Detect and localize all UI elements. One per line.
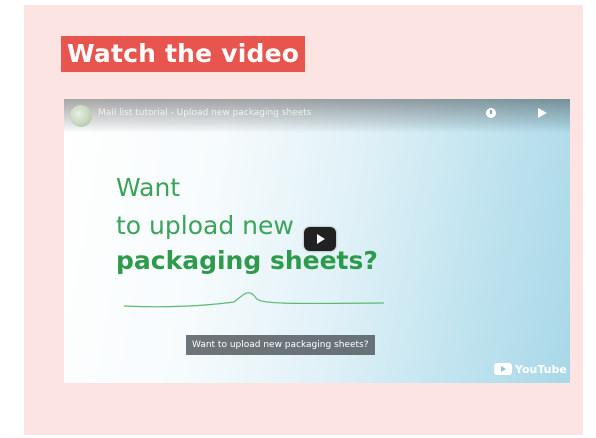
- clock-icon[interactable]: [486, 108, 496, 118]
- video-headline-line-2: to upload new: [116, 211, 294, 240]
- youtube-logo-text: YouTube: [515, 362, 567, 376]
- video-headline-line-3: packaging sheets?: [116, 246, 378, 275]
- section-heading: Watch the video: [61, 36, 306, 72]
- share-icon[interactable]: [538, 108, 547, 118]
- video-caption: Want to upload new packaging sheets?: [186, 335, 375, 355]
- youtube-logo-link[interactable]: YouTube: [494, 361, 567, 377]
- channel-logo-icon[interactable]: [70, 105, 92, 127]
- video-player[interactable]: Mail list tutorial - Upload new packagin…: [64, 99, 570, 383]
- video-headline-line-1: Want: [116, 173, 181, 202]
- youtube-logo-icon: [494, 363, 512, 375]
- play-button[interactable]: [304, 227, 336, 251]
- decorative-swoosh: [124, 292, 384, 308]
- video-title[interactable]: Mail list tutorial - Upload new packagin…: [98, 108, 311, 118]
